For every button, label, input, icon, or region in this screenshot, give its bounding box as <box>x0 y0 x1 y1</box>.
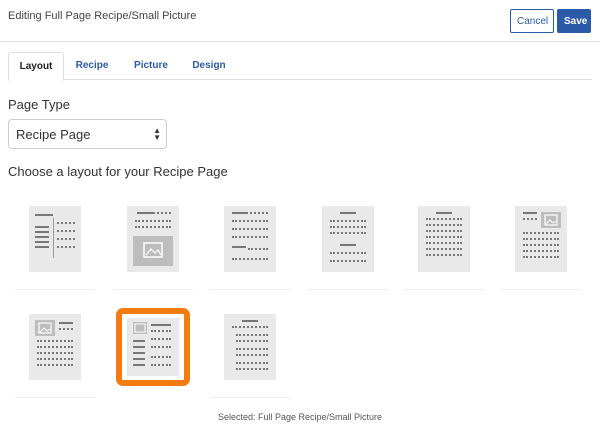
layout-option-9[interactable] <box>210 308 290 398</box>
image-placeholder-icon <box>541 212 561 228</box>
page-type-label: Page Type <box>8 97 70 112</box>
header: Editing Full Page Recipe/Small Picture C… <box>0 0 600 42</box>
layout-preview-8 <box>127 318 179 376</box>
cancel-button[interactable]: Cancel <box>510 9 554 33</box>
save-button[interactable]: Save <box>557 9 591 33</box>
image-placeholder-icon <box>133 322 147 334</box>
layout-option-1[interactable] <box>15 200 95 290</box>
layout-option-8-selected[interactable] <box>116 308 190 386</box>
tab-bar: Layout Recipe Picture Design <box>8 52 592 81</box>
layout-option-7[interactable] <box>15 308 95 398</box>
image-placeholder-icon <box>133 236 173 266</box>
layout-option-3[interactable] <box>210 200 290 290</box>
layout-option-2[interactable] <box>113 200 193 290</box>
layout-heading: Choose a layout for your Recipe Page <box>8 164 228 179</box>
layout-preview-3 <box>224 206 276 272</box>
layout-preview-2 <box>127 206 179 272</box>
page-type-select[interactable]: Recipe Page ▲ ▼ <box>8 119 167 149</box>
selected-layout-text: Selected: Full Page Recipe/Small Picture <box>217 412 383 422</box>
tab-design[interactable]: Design <box>186 52 232 80</box>
select-arrows-icon: ▲ ▼ <box>153 126 161 142</box>
layout-option-5[interactable] <box>404 200 484 290</box>
tab-picture[interactable]: Picture <box>126 52 176 80</box>
layout-option-4[interactable] <box>308 200 388 290</box>
tab-layout[interactable]: Layout <box>8 52 64 81</box>
layout-preview-7 <box>29 314 81 380</box>
layout-option-6[interactable] <box>501 200 581 290</box>
layout-preview-5 <box>418 206 470 272</box>
layout-preview-1 <box>29 206 81 272</box>
page-type-value: Recipe Page <box>16 127 91 142</box>
page-title: Editing Full Page Recipe/Small Picture <box>8 10 197 22</box>
layout-preview-4 <box>322 206 374 272</box>
layout-preview-9 <box>224 314 276 380</box>
image-placeholder-icon <box>35 320 55 336</box>
layout-preview-6 <box>515 206 567 272</box>
tab-recipe[interactable]: Recipe <box>70 52 114 80</box>
